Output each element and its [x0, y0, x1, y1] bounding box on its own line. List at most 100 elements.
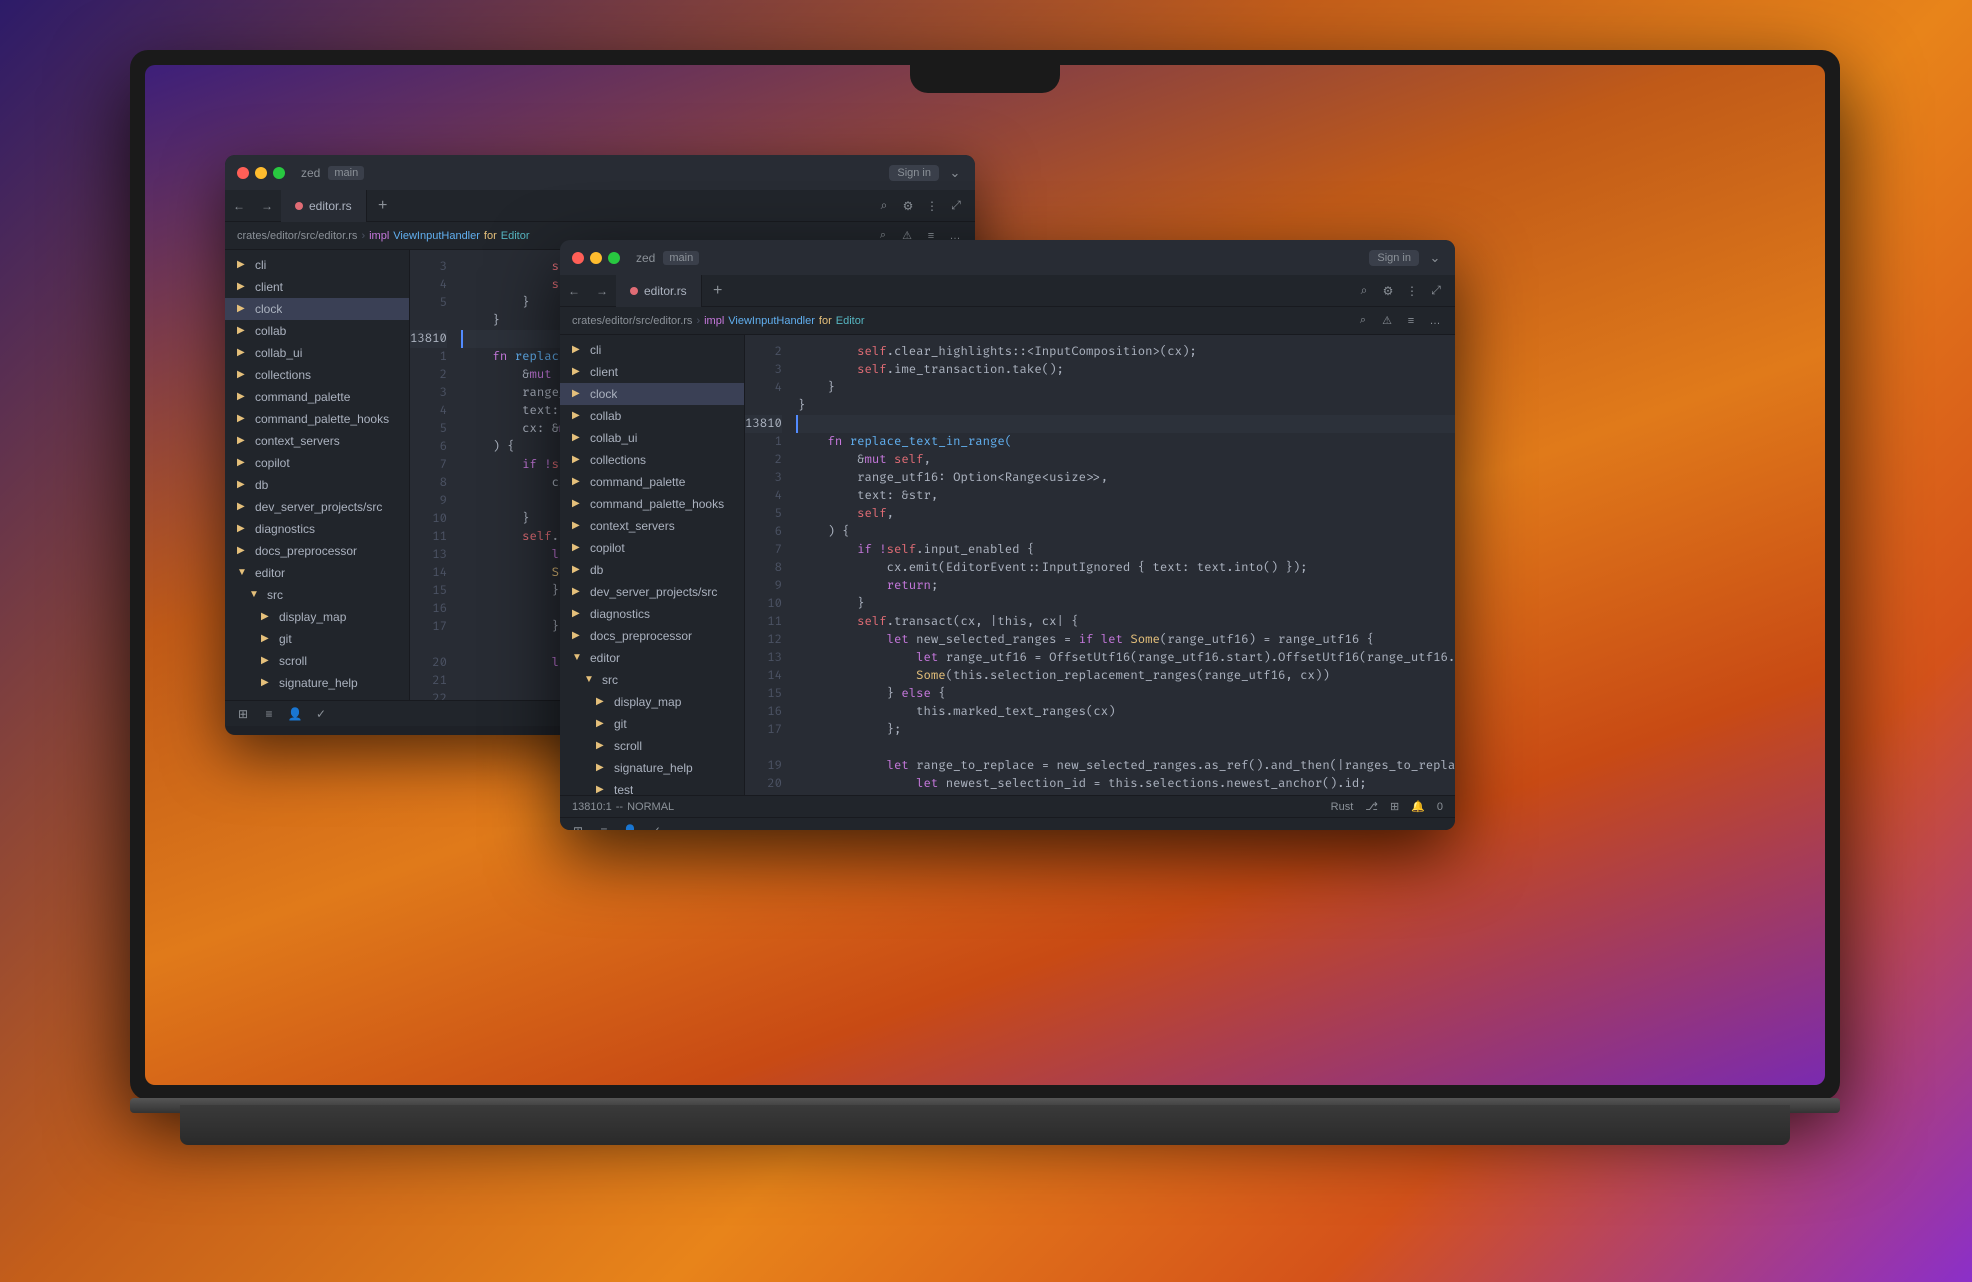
expand-icon-1[interactable]: ⤢ — [945, 195, 967, 217]
forward-btn-1[interactable]: → — [253, 190, 281, 222]
layout-icon-1[interactable]: ⋮ — [921, 195, 943, 217]
tab-bar-1: ← → editor.rs + ⌕ ⚙ ⋮ ⤢ — [225, 190, 975, 222]
chevron-down-icon-2[interactable]: ⌄ — [1427, 250, 1443, 266]
more-icon-2[interactable]: … — [1427, 313, 1443, 329]
sidebar-2-command-palette-hooks[interactable]: ▶ command_palette_hooks — [560, 493, 744, 515]
sidebar-2-command-palette[interactable]: ▶ command_palette — [560, 471, 744, 493]
list-icon-2[interactable]: ≡ — [594, 821, 614, 831]
layout-icon-2[interactable]: ⋮ — [1401, 280, 1423, 302]
sidebar-2-docs[interactable]: ▶ docs_preprocessor — [560, 625, 744, 647]
sidebar-item-command-palette-hooks[interactable]: ▶ command_palette_hooks — [225, 408, 409, 430]
sidebar-item-docs[interactable]: ▶ docs_preprocessor — [225, 540, 409, 562]
sidebar-item-client[interactable]: ▶ client — [225, 276, 409, 298]
sidebar-2-collections[interactable]: ▶ collections — [560, 449, 744, 471]
sidebar-2-db[interactable]: ▶ db — [560, 559, 744, 581]
close-button-1[interactable] — [237, 167, 249, 179]
avatar-icon-1[interactable]: 👤 — [285, 704, 305, 724]
sidebar-item-cli[interactable]: ▶ cli — [225, 254, 409, 276]
forward-btn-2[interactable]: → — [588, 275, 616, 307]
settings-icon-2[interactable]: ⚙ — [1377, 280, 1399, 302]
sidebar-2-copilot[interactable]: ▶ copilot — [560, 537, 744, 559]
tab-editor-rs-2[interactable]: editor.rs — [616, 275, 702, 307]
check-icon-1[interactable]: ✓ — [311, 704, 331, 724]
sidebar-2-scroll[interactable]: ▶ scroll — [560, 735, 744, 757]
code-area-2[interactable]: 2 3 4 13810 1 2 3 4 5 6 7 8 — [745, 335, 1455, 795]
search-icon-2[interactable]: ⌕ — [1353, 280, 1375, 302]
folder-icon: ▶ — [237, 413, 249, 425]
breadcrumb-2: crates/editor/src/editor.rs › impl ViewI… — [560, 307, 1455, 335]
cursor-position-2[interactable]: 13810:1 -- NORMAL — [572, 801, 674, 813]
status-bar-2: 13810:1 -- NORMAL Rust ⎇ ⊞ 🔔 0 — [560, 795, 1455, 817]
folder-icon: ▶ — [237, 347, 249, 359]
back-btn-1[interactable]: ← — [225, 190, 253, 222]
sidebar-item-test[interactable]: ▶ test — [225, 694, 409, 700]
code-line: }; — [798, 721, 1455, 739]
sidebar-2-src[interactable]: ▼ src — [560, 669, 744, 691]
sidebar-item-sig-help[interactable]: ▶ signature_help — [225, 672, 409, 694]
grid-icon-2[interactable]: ⊞ — [568, 821, 588, 831]
sidebar-item-dev-server[interactable]: ▶ dev_server_projects/src — [225, 496, 409, 518]
sidebar-item-db[interactable]: ▶ db — [225, 474, 409, 496]
screen: zed main Sign in ⌄ ← → editor.rs + — [145, 65, 1825, 1085]
minimize-button-2[interactable] — [590, 252, 602, 264]
sidebar-item-display-map[interactable]: ▶ display_map — [225, 606, 409, 628]
list-icon-1[interactable]: ≡ — [259, 704, 279, 724]
sidebar-2-diagnostics[interactable]: ▶ diagnostics — [560, 603, 744, 625]
sidebar-2-display-map[interactable]: ▶ display_map — [560, 691, 744, 713]
search-icon-1[interactable]: ⌕ — [873, 195, 895, 217]
sign-in-btn-1[interactable]: Sign in — [889, 165, 939, 181]
sidebar-2-cli[interactable]: ▶ cli — [560, 339, 744, 361]
tab-editor-rs-1[interactable]: editor.rs — [281, 190, 367, 222]
sidebar-item-editor[interactable]: ▼ editor — [225, 562, 409, 584]
sidebar-item-src[interactable]: ▼ src — [225, 584, 409, 606]
sidebar-item-command-palette[interactable]: ▶ command_palette — [225, 386, 409, 408]
sidebar-item-diagnostics[interactable]: ▶ diagnostics — [225, 518, 409, 540]
new-tab-btn-2[interactable]: + — [704, 275, 732, 307]
indent-icon-2[interactable]: ⊞ — [1390, 800, 1399, 813]
sidebar-2-collab-ui[interactable]: ▶ collab_ui — [560, 427, 744, 449]
language-label-2[interactable]: Rust — [1331, 801, 1354, 813]
close-button-2[interactable] — [572, 252, 584, 264]
code-content-2[interactable]: self.clear_highlights::<InputComposition… — [790, 335, 1455, 795]
sidebar-item-scroll[interactable]: ▶ scroll — [225, 650, 409, 672]
sidebar-2-test[interactable]: ▶ test — [560, 779, 744, 795]
sidebar-item-clock[interactable]: ▶ clock — [225, 298, 409, 320]
diagnostics-icon-2[interactable]: ⚠ — [1379, 313, 1395, 329]
back-btn-2[interactable]: ← — [560, 275, 588, 307]
sidebar-2-sig-help[interactable]: ▶ signature_help — [560, 757, 744, 779]
minimize-button-1[interactable] — [255, 167, 267, 179]
sidebar-2-client[interactable]: ▶ client — [560, 361, 744, 383]
folder-icon: ▶ — [572, 498, 584, 510]
sidebar-item-collab[interactable]: ▶ collab — [225, 320, 409, 342]
grid-icon-1[interactable]: ⊞ — [233, 704, 253, 724]
sidebar-2-clock[interactable]: ▶ clock — [560, 383, 744, 405]
folder-icon: ▶ — [596, 696, 608, 708]
new-tab-btn-1[interactable]: + — [369, 190, 397, 222]
avatar-icon-2[interactable]: 👤 — [620, 821, 640, 831]
sidebar-item-context-servers[interactable]: ▶ context_servers — [225, 430, 409, 452]
code-line: self.clear_highlights::<InputComposition… — [798, 343, 1455, 361]
chevron-down-icon-1[interactable]: ⌄ — [947, 165, 963, 181]
sidebar-item-collab-ui[interactable]: ▶ collab_ui — [225, 342, 409, 364]
maximize-button-2[interactable] — [608, 252, 620, 264]
format-icon-2[interactable]: ≡ — [1403, 313, 1419, 329]
sidebar-item-copilot[interactable]: ▶ copilot — [225, 452, 409, 474]
maximize-button-1[interactable] — [273, 167, 285, 179]
sidebar-2-collab[interactable]: ▶ collab — [560, 405, 744, 427]
sidebar-item-git[interactable]: ▶ git — [225, 628, 409, 650]
folder-icon: ▶ — [237, 545, 249, 557]
sidebar-item-collections[interactable]: ▶ collections — [225, 364, 409, 386]
git-icon-2[interactable]: ⎇ — [1365, 800, 1378, 813]
search-breadcrumb-icon-2[interactable]: ⌕ — [1355, 313, 1371, 329]
sign-in-btn-2[interactable]: Sign in — [1369, 250, 1419, 266]
bell-icon-2[interactable]: 🔔 — [1411, 800, 1425, 813]
sidebar-2-context-servers[interactable]: ▶ context_servers — [560, 515, 744, 537]
folder-icon: ▶ — [572, 476, 584, 488]
settings-icon-1[interactable]: ⚙ — [897, 195, 919, 217]
sidebar-2-dev-server[interactable]: ▶ dev_server_projects/src — [560, 581, 744, 603]
sidebar-2-git[interactable]: ▶ git — [560, 713, 744, 735]
sidebar-2-editor[interactable]: ▼ editor — [560, 647, 744, 669]
expand-icon-2[interactable]: ⤢ — [1425, 280, 1447, 302]
check-icon-2[interactable]: ✓ — [646, 821, 666, 831]
folder-icon: ▶ — [261, 699, 273, 700]
